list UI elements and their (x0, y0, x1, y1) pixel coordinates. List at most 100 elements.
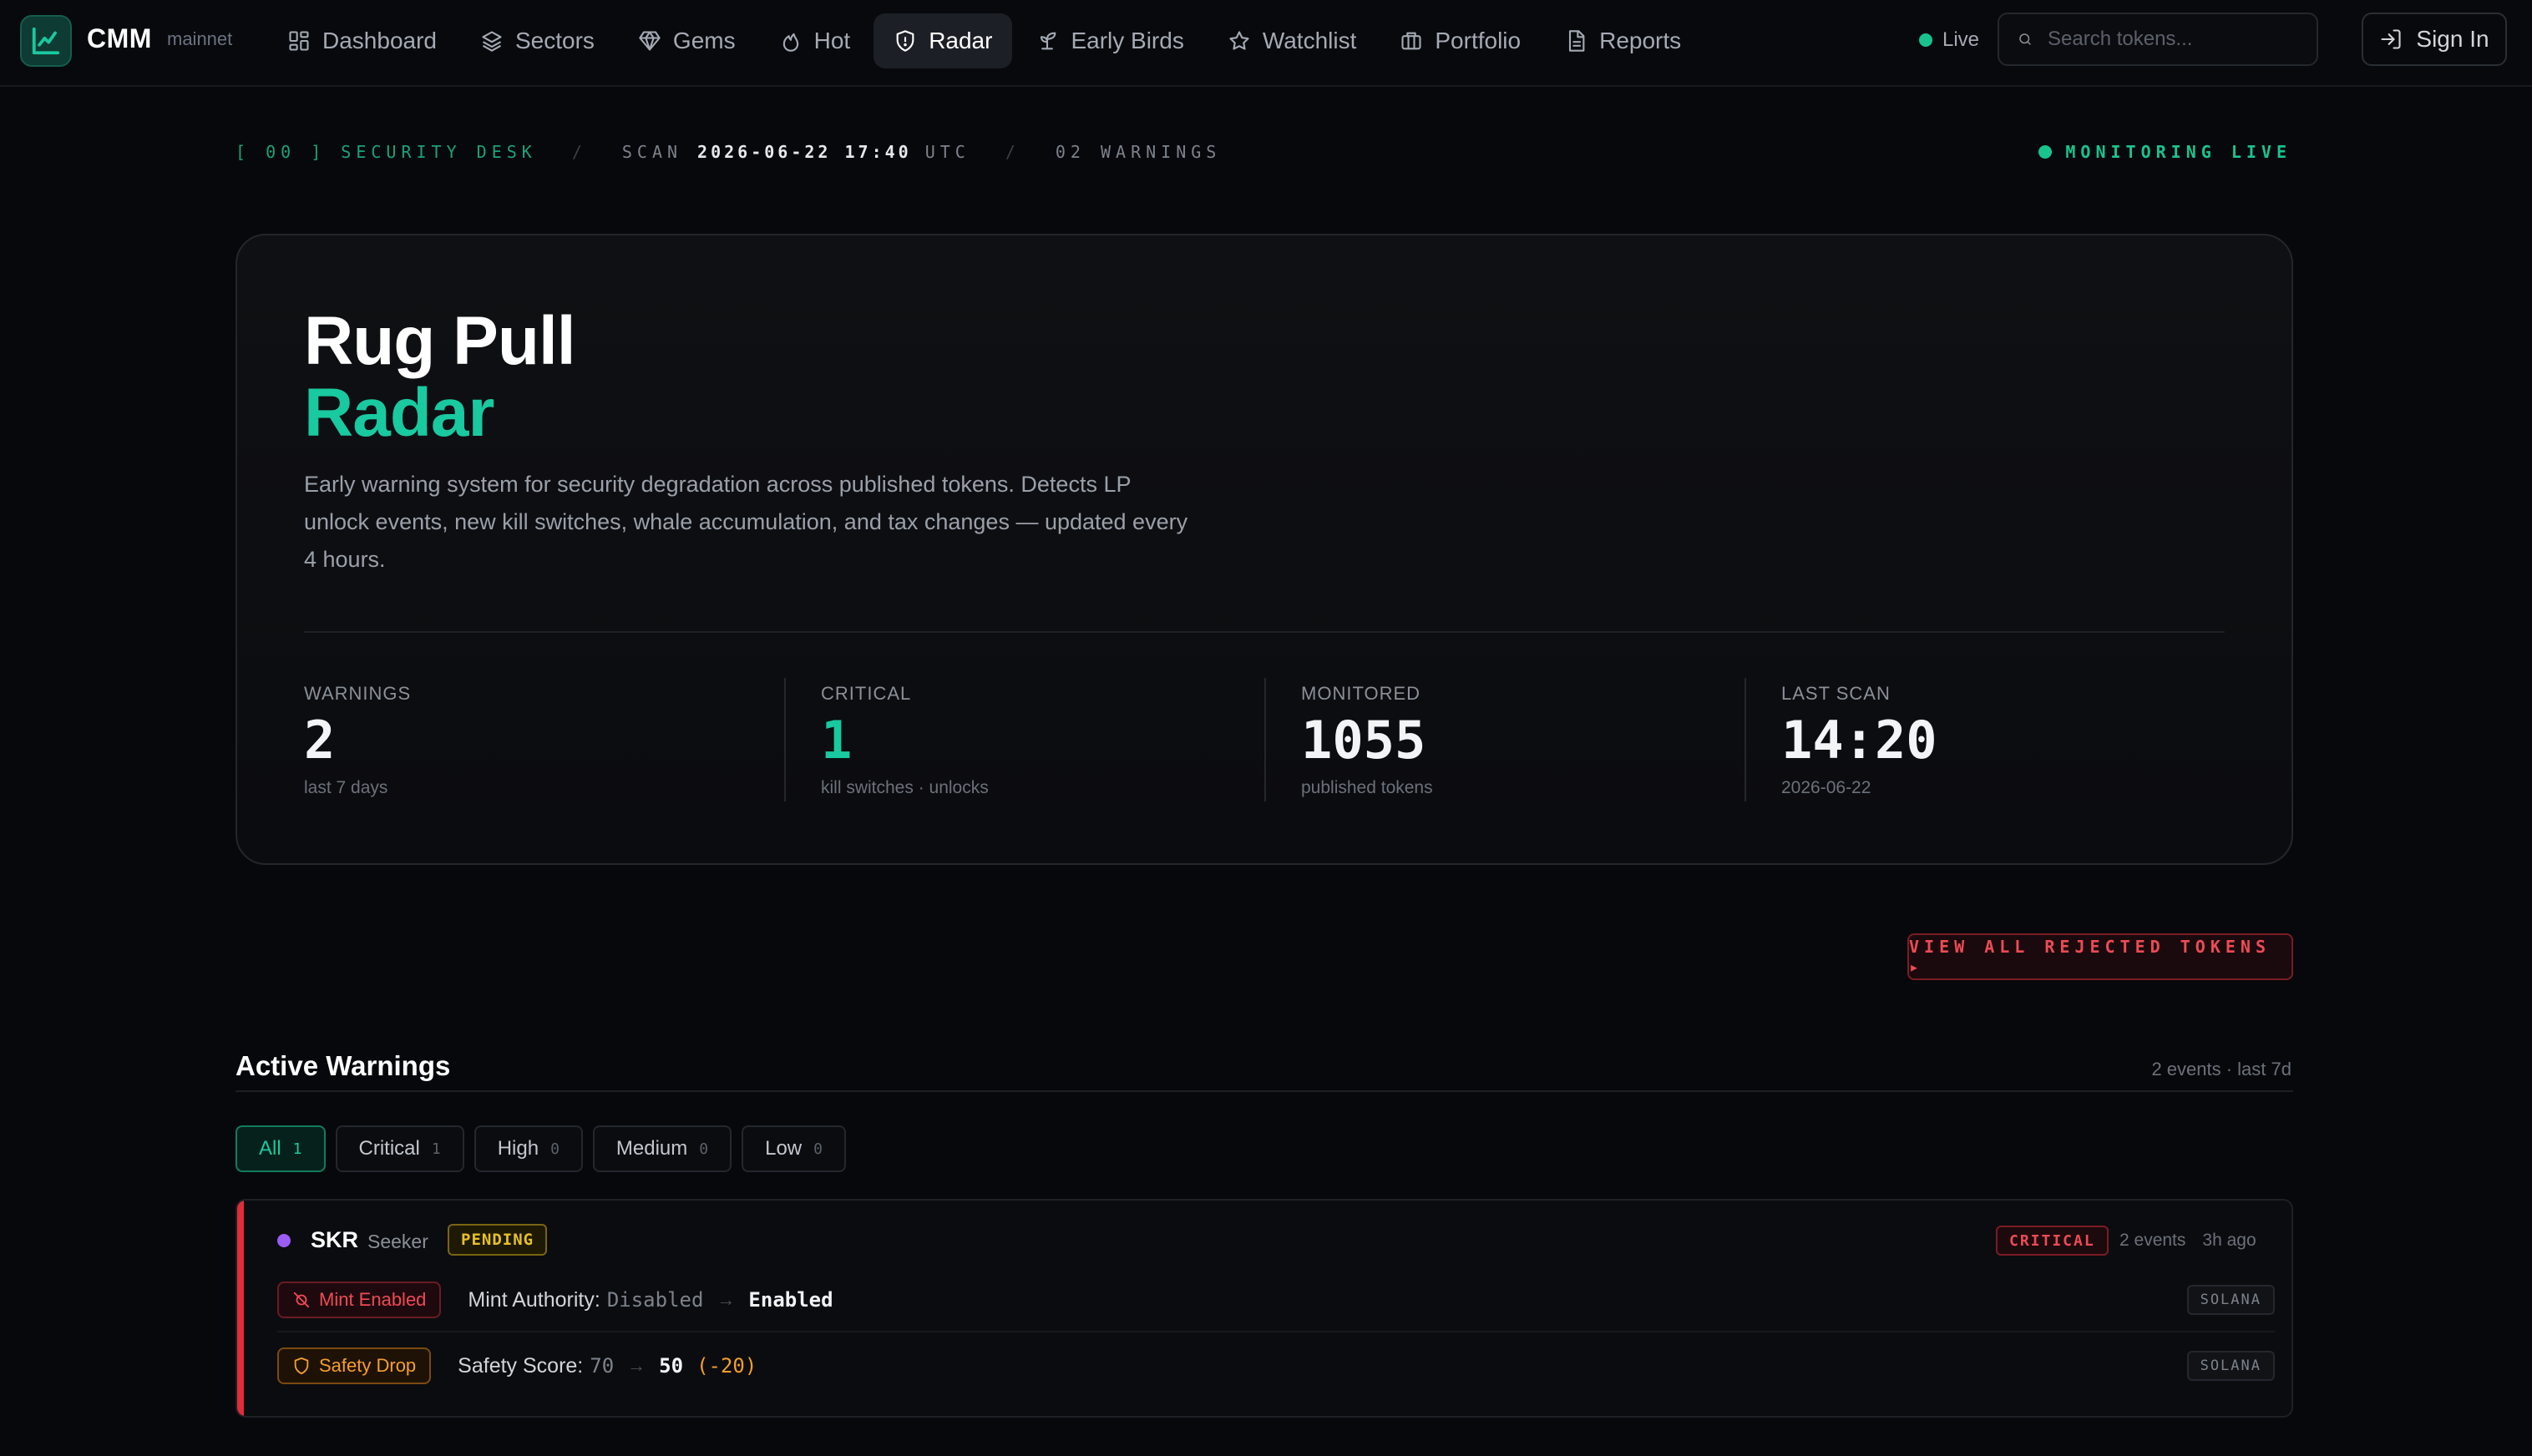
event-tag-safety-drop: Safety Drop (277, 1347, 432, 1384)
stat-last-scan: LAST SCAN 14:20 2026-06-22 (1745, 678, 2225, 801)
monitoring-dot-icon (2038, 145, 2053, 159)
arrow-right-icon: → (717, 1289, 736, 1310)
section-meta: 2 events · last 7d (2151, 1059, 2291, 1079)
filter-low[interactable]: Low 0 (742, 1125, 846, 1172)
filter-count: 0 (813, 1140, 823, 1158)
live-indicator: Live (1919, 28, 1979, 52)
event-old-value: 70 (590, 1354, 615, 1378)
nav-item-watchlist[interactable]: Watchlist (1208, 13, 1377, 68)
chain-badge: SOLANA (2186, 1351, 2275, 1381)
event-row: Safety Drop Safety Score: 70 → 50 (-20) … (277, 1334, 2275, 1398)
stat-label: MONITORED (1301, 683, 1421, 704)
nav-item-label: Hot (813, 28, 851, 53)
status-badge: PENDING (448, 1224, 548, 1256)
stat-sub: published tokens (1301, 778, 1433, 797)
search-icon (2019, 33, 2031, 45)
title-line-1: Rug Pull (304, 303, 576, 379)
section-title: Active Warnings (235, 1050, 451, 1081)
filter-label: All (259, 1137, 281, 1160)
sign-in-button[interactable]: Sign In (2362, 13, 2507, 66)
filter-label: High (497, 1137, 539, 1160)
nav-item-label: Early Birds (1071, 28, 1184, 53)
filter-medium[interactable]: Medium 0 (592, 1125, 732, 1172)
filter-all[interactable]: All 1 (235, 1125, 326, 1172)
sign-in-label: Sign In (2416, 26, 2489, 52)
logo-icon[interactable] (20, 15, 72, 67)
sprout-icon (1041, 32, 1056, 50)
nav-item-label: Reports (1599, 28, 1682, 53)
nav-item-dashboard[interactable]: Dashboard (267, 13, 457, 68)
nav-items: Dashboard Sectors Gems Hot Radar Early B… (267, 13, 1704, 68)
event-old-value: Disabled (606, 1288, 704, 1312)
event-field: Safety Score: (458, 1353, 584, 1378)
nav-item-sectors[interactable]: Sectors (460, 13, 615, 68)
event-tag-mint-enabled: Mint Enabled (277, 1282, 442, 1318)
arrow-right-icon: → (627, 1355, 646, 1376)
stat-label: WARNINGS (304, 683, 412, 704)
divider: / (1005, 142, 1020, 162)
flame-icon (782, 33, 798, 52)
event-detail: Mint Authority: Disabled → Enabled (468, 1288, 833, 1312)
token-color-dot (277, 1234, 291, 1247)
desk-tag: [ 00 ] SECURITY DESK (235, 142, 537, 162)
nav-item-early-birds[interactable]: Early Birds (1015, 13, 1203, 68)
live-dot-icon (1919, 33, 1932, 47)
divider: / (571, 142, 587, 162)
grid-icon (289, 31, 309, 51)
nav-item-radar[interactable]: Radar (874, 13, 1013, 68)
nav-item-label: Portfolio (1435, 28, 1522, 53)
stat-label: CRITICAL (821, 683, 912, 704)
filter-label: Critical (358, 1137, 420, 1160)
hero-description: Early warning system for security degrad… (304, 472, 1188, 572)
search-box[interactable] (1998, 13, 2318, 66)
event-row: Mint Enabled Mint Authority: Disabled → … (277, 1269, 2275, 1332)
star-icon (1229, 31, 1249, 50)
nav-item-hot[interactable]: Hot (759, 13, 871, 68)
brand-name[interactable]: CMM (87, 23, 152, 54)
nav-item-reports[interactable]: Reports (1544, 13, 1701, 68)
stat-value: 14:20 (1781, 710, 1937, 771)
security-desk-strip: [ 00 ] SECURITY DESK / SCAN 2026-06-22 1… (235, 142, 1221, 162)
shield-icon (294, 1357, 309, 1375)
title-line-2: Radar (304, 375, 494, 451)
filter-count: 1 (431, 1140, 441, 1158)
filter-label: Medium (615, 1137, 688, 1160)
warning-card[interactable]: SKR Seeker PENDING CRITICAL 2 events 3h … (235, 1199, 2293, 1418)
chain-badge: SOLANA (2186, 1285, 2275, 1315)
view-rejected-tokens-button[interactable]: VIEW ALL REJECTED TOKENS ▸ (1907, 933, 2293, 980)
stat-sub: last 7 days (304, 778, 388, 797)
scan-time: 2026-06-22 17:40 (697, 142, 912, 162)
nav-item-label: Radar (929, 28, 993, 53)
nav-item-gems[interactable]: Gems (618, 13, 756, 68)
filter-count: 0 (699, 1140, 709, 1158)
token-symbol[interactable]: SKR (311, 1227, 358, 1253)
scan-timezone: UTC (924, 142, 970, 162)
scan-label: SCAN (621, 142, 683, 162)
warnings-count-label: 02 WARNINGS (1055, 142, 1222, 162)
nav-item-label: Sectors (514, 28, 595, 53)
divider (304, 631, 2225, 633)
event-field: Mint Authority: (468, 1287, 600, 1312)
stat-value: 2 (304, 710, 336, 771)
monitoring-status: MONITORING LIVE (2038, 142, 2291, 162)
login-icon (2381, 29, 2401, 49)
stat-sub: 2026-06-22 (1781, 778, 1871, 797)
stat-sub: kill switches · unlocks (821, 778, 989, 797)
divider (235, 1090, 2293, 1092)
nav-item-label: Gems (672, 28, 736, 53)
search-input[interactable] (2048, 28, 2298, 51)
gem-icon (639, 31, 661, 51)
filter-count: 1 (292, 1140, 302, 1158)
shield-icon (896, 30, 914, 52)
nav-item-portfolio[interactable]: Portfolio (1380, 13, 1541, 68)
live-label: Live (1942, 28, 1980, 51)
hero-card: Rug Pull Radar Early warning system for … (235, 234, 2293, 865)
filter-high[interactable]: High 0 (473, 1125, 583, 1172)
filter-critical[interactable]: Critical 1 (335, 1125, 464, 1172)
nav-item-label: Dashboard (322, 28, 437, 53)
token-name: Seeker (367, 1231, 428, 1252)
filter-count: 0 (550, 1140, 560, 1158)
monitoring-label: MONITORING LIVE (2065, 142, 2291, 162)
top-nav: CMM mainnet Dashboard Sectors Gems Hot R… (0, 0, 2532, 87)
nav-item-label: Watchlist (1262, 28, 1357, 53)
